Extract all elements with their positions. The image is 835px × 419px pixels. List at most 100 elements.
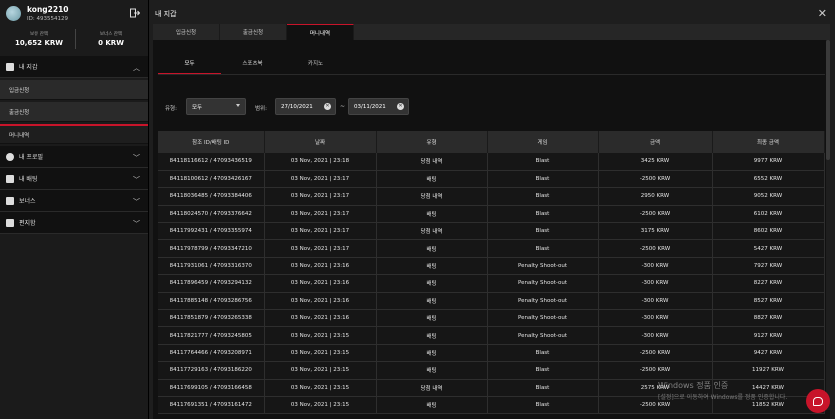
cell-ref: 84118036485 / 47093384406	[158, 187, 265, 206]
cell-amount: -300 KRW	[598, 292, 713, 311]
sidebar-item-bets[interactable]: 내 배팅 ﹀	[0, 168, 148, 190]
table-row: 84118100612 / 47093426167 03 Nov, 2021 | …	[158, 170, 825, 189]
sidebar-sub-deposit[interactable]: 입금신청	[0, 80, 148, 100]
scrollbar-thumb[interactable]	[826, 40, 830, 160]
col-header-ref: 참조 ID/배팅 ID	[158, 131, 265, 153]
cell-amount: 2950 KRW	[598, 187, 713, 206]
cell-game: Blast	[487, 239, 599, 258]
tab-deposit[interactable]: 입금신청	[153, 24, 220, 40]
subtab-bar: 모두 스포츠북 카지노	[158, 52, 347, 74]
cell-amount: -2500 KRW	[598, 344, 713, 363]
table-header-row: 참조 ID/배팅 ID 날짜 유형 게임 금액 최종 금액	[158, 131, 825, 153]
col-header-type: 유형	[376, 131, 488, 153]
cell-type: 배팅	[376, 396, 488, 415]
cell-type: 배팅	[376, 239, 488, 258]
cell-amount: -2500 KRW	[598, 361, 713, 380]
date-from-value: 27/10/2021	[281, 103, 313, 110]
cell-amount: -2500 KRW	[598, 170, 713, 189]
cell-type: 배팅	[376, 257, 488, 276]
cell-type: 당첨 내역	[376, 187, 488, 206]
sidebar-menu: 내 지갑 ︿ 입금신청 출금신청 머니내역 내 프로필 ﹀ 내 배팅 ﹀ 보너스…	[0, 56, 148, 234]
cell-game: Blast	[487, 396, 599, 415]
cell-date: 03 Nov, 2021 | 23:16	[264, 309, 377, 328]
table-row: 84118036485 / 47093384406 03 Nov, 2021 | …	[158, 187, 825, 206]
table-row: 84117978799 / 47093347210 03 Nov, 2021 | …	[158, 239, 825, 258]
caret-down-icon	[236, 104, 240, 107]
cell-type: 배팅	[376, 205, 488, 224]
cell-final: 6552 KRW	[712, 170, 825, 189]
chat-icon	[813, 396, 823, 406]
cell-game: Penalty Shoot-out	[487, 326, 599, 345]
cell-date: 03 Nov, 2021 | 23:18	[264, 153, 377, 171]
subtab-casino[interactable]: 카지노	[284, 52, 347, 74]
col-header-game: 게임	[487, 131, 599, 153]
cell-final: 5427 KRW	[712, 239, 825, 258]
cell-date: 03 Nov, 2021 | 23:15	[264, 344, 377, 363]
chevron-up-icon: ︿	[133, 64, 140, 72]
cell-ref: 84117885148 / 47093286756	[158, 292, 265, 311]
cell-ref: 84117821777 / 47093245805	[158, 326, 265, 345]
cell-ref: 84117851879 / 47093265338	[158, 309, 265, 328]
cell-final: 8602 KRW	[712, 222, 825, 241]
cell-ref: 84118100612 / 47093426167	[158, 170, 265, 189]
bets-icon	[6, 174, 14, 183]
cell-type: 배팅	[376, 170, 488, 189]
sidebar-item-profile[interactable]: 내 프로필 ﹀	[0, 146, 148, 168]
cell-final: 8827 KRW	[712, 309, 825, 328]
cell-amount: 3425 KRW	[598, 153, 713, 171]
table-row: 84117992431 / 47093355974 03 Nov, 2021 | …	[158, 222, 825, 241]
date-to-input[interactable]: 03/11/2021 ✕	[348, 98, 409, 115]
sidebar-item-bonus[interactable]: 보너스 ﹀	[0, 190, 148, 212]
clear-icon[interactable]: ✕	[397, 103, 404, 110]
cell-ref: 84117729163 / 47093186220	[158, 361, 265, 380]
sidebar-sub-history[interactable]: 머니내역	[0, 124, 148, 144]
table-row: 84117885148 / 47093286756 03 Nov, 2021 | …	[158, 292, 825, 311]
cell-game: Blast	[487, 222, 599, 241]
type-select[interactable]: 모두	[186, 98, 246, 115]
subtab-sportsbook[interactable]: 스포츠북	[221, 52, 284, 74]
cell-final: 8227 KRW	[712, 274, 825, 293]
cell-game: Penalty Shoot-out	[487, 274, 599, 293]
cell-date: 03 Nov, 2021 | 23:17	[264, 239, 377, 258]
cell-game: Penalty Shoot-out	[487, 292, 599, 311]
cell-type: 당첨 내역	[376, 153, 488, 171]
sidebar-sub-withdraw[interactable]: 출금신청	[0, 102, 148, 122]
cell-game: Blast	[487, 170, 599, 189]
cell-game: Blast	[487, 361, 599, 380]
cell-type: 배팅	[376, 361, 488, 380]
username: kong2210	[27, 5, 69, 14]
cell-amount: -300 KRW	[598, 309, 713, 328]
close-icon[interactable]: ✕	[818, 7, 827, 20]
col-header-date: 날짜	[264, 131, 377, 153]
history-table: 참조 ID/배팅 ID 날짜 유형 게임 금액 최종 금액 8411811661…	[158, 131, 825, 415]
avatar[interactable]	[6, 6, 21, 21]
bonus-value: 0 KRW	[98, 39, 124, 47]
type-label: 유형:	[165, 106, 177, 112]
sidebar-item-wallet[interactable]: 내 지갑 ︿	[0, 56, 148, 78]
windows-watermark: Windows 정품 인증	[658, 381, 729, 390]
clear-icon[interactable]: ✕	[324, 103, 331, 110]
sidebar-item-messages[interactable]: 편지함 ﹀	[0, 212, 148, 234]
subtab-all[interactable]: 모두	[158, 52, 221, 74]
tab-bar: 입금신청 출금신청 머니내역	[153, 24, 830, 40]
sidebar-item-label: 보너스	[19, 198, 36, 205]
tab-money-history[interactable]: 머니내역	[287, 24, 354, 40]
page-title: 내 지갑	[155, 10, 177, 18]
cell-ref: 84117931061 / 47093316370	[158, 257, 265, 276]
logout-icon[interactable]	[130, 8, 140, 18]
sidebar-item-label: 편지함	[19, 220, 36, 227]
cell-date: 03 Nov, 2021 | 23:15	[264, 361, 377, 380]
cell-final: 11927 KRW	[712, 361, 825, 380]
history-panel: 모두 스포츠북 카지노 유형: 모두 범위: 27/10/2021 ✕ ~ 03…	[153, 40, 830, 419]
scrollbar[interactable]	[826, 40, 830, 410]
chat-button[interactable]	[806, 389, 830, 413]
mail-icon	[6, 218, 14, 227]
cell-game: Penalty Shoot-out	[487, 309, 599, 328]
cell-date: 03 Nov, 2021 | 23:17	[264, 170, 377, 189]
table-row: 84118116612 / 47093436519 03 Nov, 2021 | …	[158, 153, 825, 171]
tab-withdraw[interactable]: 출금신청	[220, 24, 287, 40]
table-row: 84117821777 / 47093245805 03 Nov, 2021 | …	[158, 326, 825, 345]
cell-ref: 84117992431 / 47093355974	[158, 222, 265, 241]
date-from-input[interactable]: 27/10/2021 ✕	[275, 98, 336, 115]
cell-date: 03 Nov, 2021 | 23:15	[264, 379, 377, 397]
